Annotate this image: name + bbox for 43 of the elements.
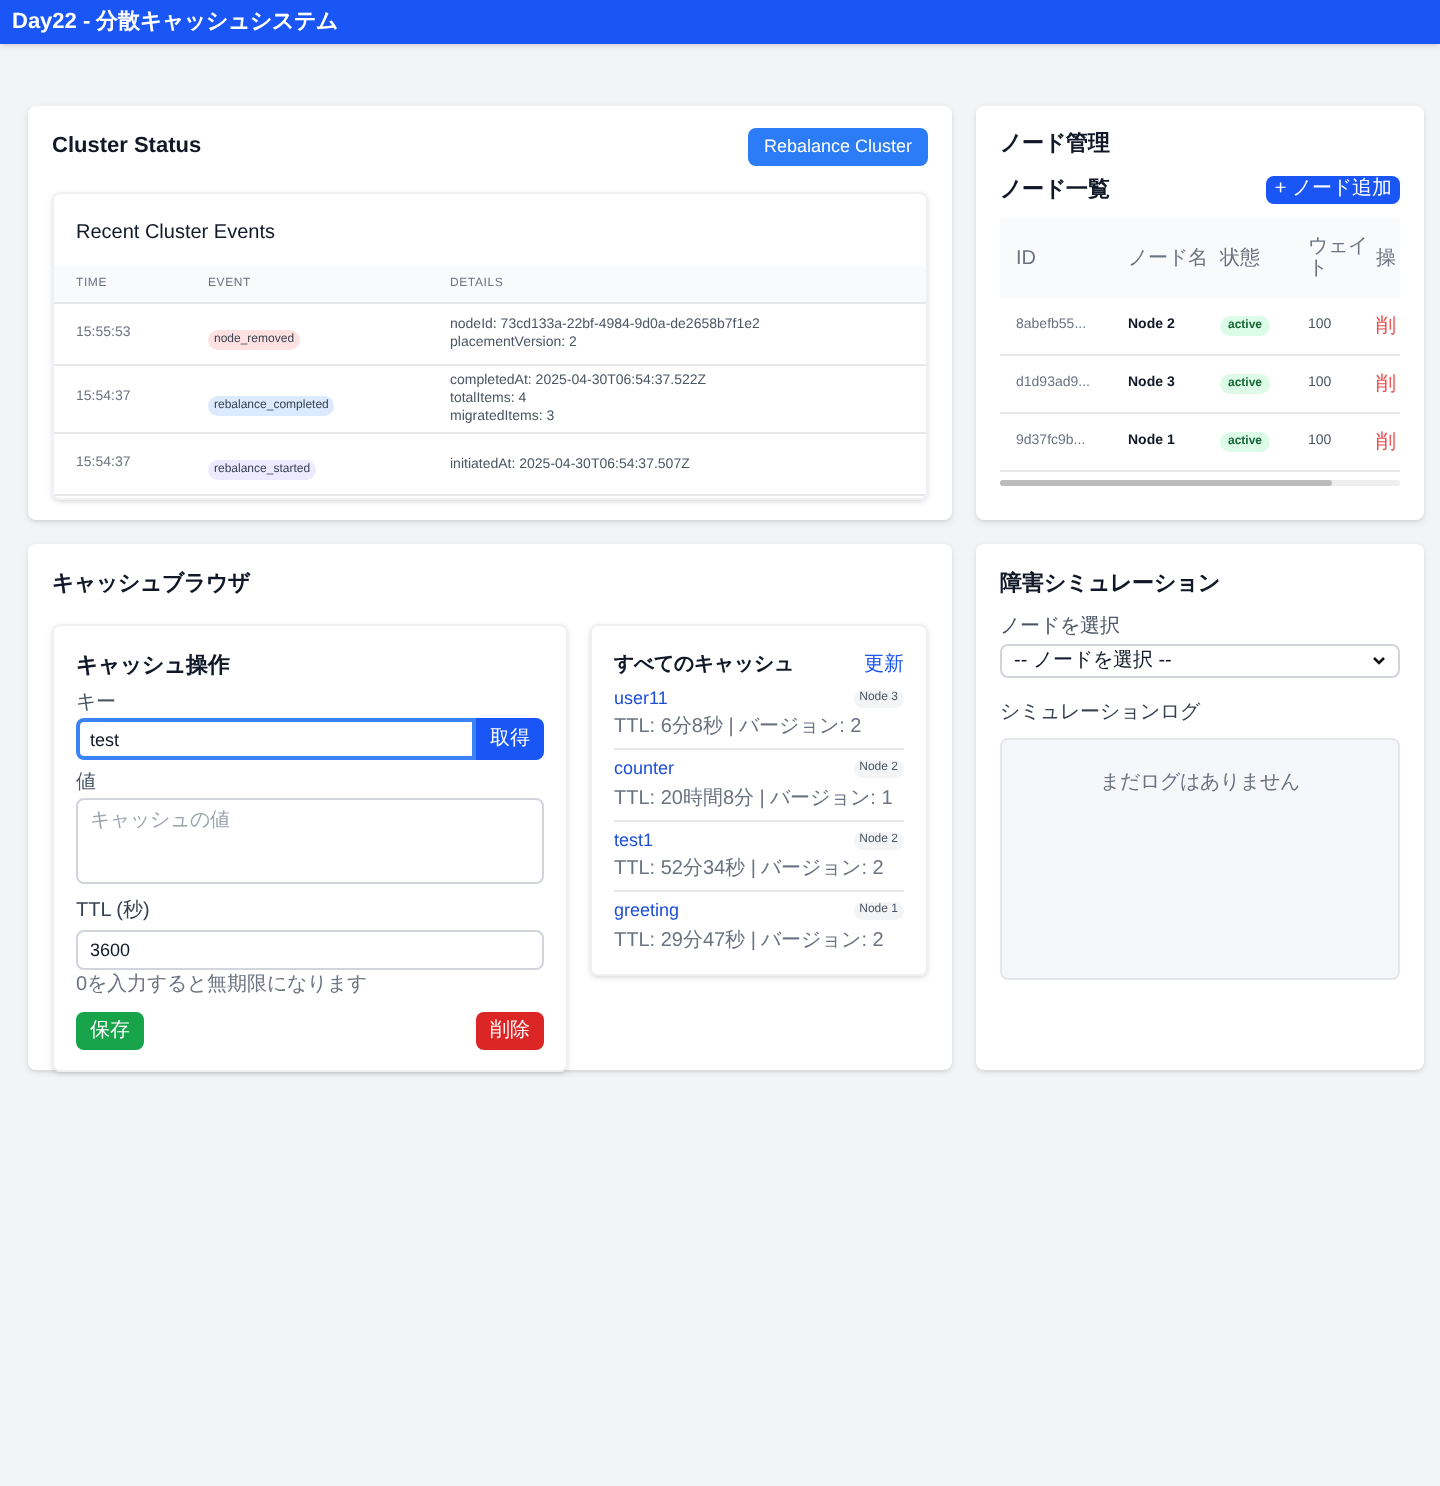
card-title: 障害シミュレーション xyxy=(1000,569,1222,600)
key-input[interactable]: test xyxy=(76,718,476,760)
section-title: ノード一覧 xyxy=(1000,175,1110,205)
value-textarea[interactable]: キャッシュの値 xyxy=(76,798,544,884)
card-title: キャッシュブラウザ xyxy=(52,569,253,600)
app-title: Day22 - 分散キャッシュシステム xyxy=(12,7,339,38)
column-header: 状態 xyxy=(1220,247,1262,269)
field-label: TTL (秒) xyxy=(76,897,152,926)
cache-key-link[interactable]: counter xyxy=(614,756,675,783)
field-label: キー xyxy=(76,690,118,718)
ttl-hint: 0を入力すると無期限になります xyxy=(76,971,370,1000)
card-title: ノード管理 xyxy=(1000,130,1112,160)
ttl-input[interactable]: 3600 xyxy=(76,930,544,970)
field-label: ノードを選択 xyxy=(1000,613,1122,641)
delete-button[interactable]: 削除 xyxy=(476,1012,544,1050)
delete-link[interactable]: 削 xyxy=(1376,369,1416,399)
empty-log-text: まだログはありません xyxy=(1100,769,1300,797)
save-button[interactable]: 保存 xyxy=(76,1012,144,1050)
section-title: シミュレーションログ xyxy=(1000,699,1202,727)
column-header: ID xyxy=(1016,247,1038,269)
refresh-link[interactable]: 更新 xyxy=(864,649,904,679)
delete-link[interactable]: 削 xyxy=(1376,427,1416,457)
chevron-down-icon xyxy=(1372,655,1386,665)
delete-link[interactable]: 削 xyxy=(1376,311,1416,341)
cache-meta: TTL: 20時間8分 | バージョン: 1 xyxy=(614,785,893,813)
cache-meta: TTL: 52分34秒 | バージョン: 2 xyxy=(614,855,884,884)
add-node-button[interactable]: + ノード追加 xyxy=(1266,175,1400,204)
column-header: ウェイト xyxy=(1308,236,1370,280)
cache-meta: TTL: 6分8秒 | バージョン: 2 xyxy=(614,713,862,742)
cache-key-link[interactable]: user11 xyxy=(614,685,668,712)
column-header: ノード名 xyxy=(1128,247,1210,269)
panel-title: Recent Cluster Events xyxy=(76,222,275,244)
rebalance-button[interactable]: Rebalance Cluster xyxy=(747,128,928,166)
panel-title: すべてのキャッシュ xyxy=(614,651,794,679)
node-select[interactable]: -- ノードを選択 -- xyxy=(1000,643,1400,677)
card-title: Cluster Status xyxy=(52,132,202,163)
column-header: 操 xyxy=(1376,247,1398,269)
get-button[interactable]: 取得 xyxy=(476,718,544,760)
cache-key-link[interactable]: greeting xyxy=(614,898,680,925)
panel-title: キャッシュ操作 xyxy=(76,651,232,681)
cache-meta: TTL: 29分47秒 | バージョン: 2 xyxy=(614,927,884,955)
field-label: 値 xyxy=(76,770,98,798)
cache-key-link[interactable]: test1 xyxy=(614,827,654,854)
